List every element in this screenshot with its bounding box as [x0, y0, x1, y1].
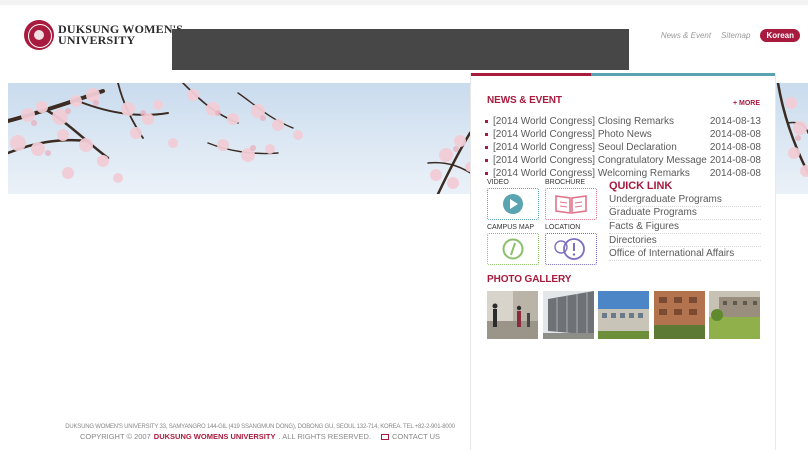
top-strip: [0, 0, 808, 5]
book-icon: [555, 195, 587, 214]
bullet-icon: [485, 120, 488, 123]
bullet-icon: [485, 159, 488, 162]
brochure-button[interactable]: [545, 188, 597, 220]
campus-people-photo: [487, 291, 538, 339]
quick-link-undergraduate[interactable]: Undergraduate Programs: [609, 193, 761, 207]
footer-copyright: COPYRIGHT © 2007 DUKSUNG WOMENS UNIVERSI…: [0, 432, 520, 441]
university-seal-icon: [24, 20, 54, 50]
photo-gallery: [487, 291, 765, 339]
building-photo: [542, 291, 594, 339]
news-panel: NEWS & EVENT + MORE [2014 World Congress…: [470, 73, 776, 450]
logo-text: DUKSUNG WOMEN'S UNIVERSITY: [58, 23, 183, 47]
news-item[interactable]: [2014 World Congress] Photo News 2014-08…: [485, 128, 761, 141]
gallery-photo-5[interactable]: [709, 291, 760, 339]
panel-top-border-teal: [591, 73, 775, 76]
news-item-date: 2014-08-08: [709, 129, 761, 140]
contact-us-label: CONTACT US: [392, 432, 441, 441]
panel-top-border-brand: [471, 73, 591, 76]
gallery-photo-3[interactable]: [598, 291, 649, 339]
footer: DUKSUNG WOMEN'S UNIVERSITY 33, SAMYANGRO…: [0, 424, 520, 441]
news-list: [2014 World Congress] Closing Remarks 20…: [485, 115, 761, 180]
news-item-date: 2014-08-08: [709, 155, 761, 166]
quick-link-facts[interactable]: Facts & Figures: [609, 220, 761, 234]
contact-us-link[interactable]: CONTACT US: [381, 432, 440, 441]
bullet-icon: [485, 133, 488, 136]
news-item-title: [2014 World Congress] Photo News: [493, 129, 652, 140]
brick-building-photo: [653, 291, 705, 339]
news-item-title: [2014 World Congress] Seoul Declaration: [493, 142, 677, 153]
news-item-title: [2014 World Congress] Congratulatory Mes…: [493, 155, 707, 166]
sitemap-link[interactable]: Sitemap: [721, 31, 750, 40]
campus-building-photo: [598, 291, 649, 339]
logo-line-2: UNIVERSITY: [58, 33, 136, 47]
main-navigation-bar[interactable]: [172, 29, 629, 70]
news-more-link[interactable]: + MORE: [733, 100, 760, 107]
copyright-brand: DUKSUNG WOMENS UNIVERSITY: [153, 432, 276, 441]
bullet-icon: [485, 146, 488, 149]
footer-address: DUKSUNG WOMEN'S UNIVERSITY 33, SAMYANGRO…: [65, 424, 455, 430]
bullet-icon: [485, 172, 488, 175]
copyright-prefix: COPYRIGHT © 2007: [79, 432, 151, 441]
news-item[interactable]: [2014 World Congress] Closing Remarks 20…: [485, 115, 761, 128]
news-item-title: [2014 World Congress] Closing Remarks: [493, 116, 675, 127]
news-item[interactable]: [2014 World Congress] Congratulatory Mes…: [485, 154, 761, 167]
mail-icon: [381, 433, 389, 440]
quick-link-title: QUICK LINK: [609, 180, 673, 192]
quick-link-list: Undergraduate Programs Graduate Programs…: [609, 193, 761, 261]
news-item[interactable]: [2014 World Congress] Welcoming Remarks …: [485, 167, 761, 180]
copyright-suffix: . ALL RIGHTS RESERVED.: [278, 432, 371, 441]
photo-gallery-title: PHOTO GALLERY: [487, 274, 572, 285]
gallery-photo-2[interactable]: [542, 291, 594, 339]
gallery-photo-4[interactable]: [653, 291, 705, 339]
lawn-building-photo: [709, 291, 760, 339]
compass-icon: [502, 238, 524, 260]
news-item-date: 2014-08-08: [709, 142, 761, 153]
news-item-date: 2014-08-08: [709, 168, 761, 179]
news-item-date: 2014-08-13: [709, 116, 761, 127]
utility-links: News & Event Sitemap Korean: [651, 29, 800, 42]
news-event-link[interactable]: News & Event: [661, 31, 711, 40]
video-button[interactable]: [487, 188, 539, 220]
location-label: LOCATION: [545, 224, 581, 231]
play-icon: [503, 194, 523, 214]
university-logo[interactable]: DUKSUNG WOMEN'S UNIVERSITY: [24, 20, 183, 50]
quick-link-directories[interactable]: Directories: [609, 234, 761, 248]
korean-language-button[interactable]: Korean: [760, 29, 800, 42]
gallery-photo-1[interactable]: [487, 291, 538, 339]
brochure-label: BROCHURE: [545, 179, 586, 186]
news-item[interactable]: [2014 World Congress] Seoul Declaration …: [485, 141, 761, 154]
campus-map-button[interactable]: [487, 233, 539, 265]
quick-link-international[interactable]: Office of International Affairs: [609, 247, 761, 261]
panel-top-border: [471, 73, 775, 76]
campus-map-label: CAMPUS MAP: [487, 224, 535, 231]
quick-link-graduate[interactable]: Graduate Programs: [609, 207, 761, 221]
news-item-title: [2014 World Congress] Welcoming Remarks: [493, 168, 690, 179]
news-event-title: NEWS & EVENT: [487, 95, 562, 106]
video-label: VIDEO: [487, 179, 509, 186]
location-button[interactable]: [545, 233, 597, 265]
location-bubble-icon: [554, 238, 585, 260]
